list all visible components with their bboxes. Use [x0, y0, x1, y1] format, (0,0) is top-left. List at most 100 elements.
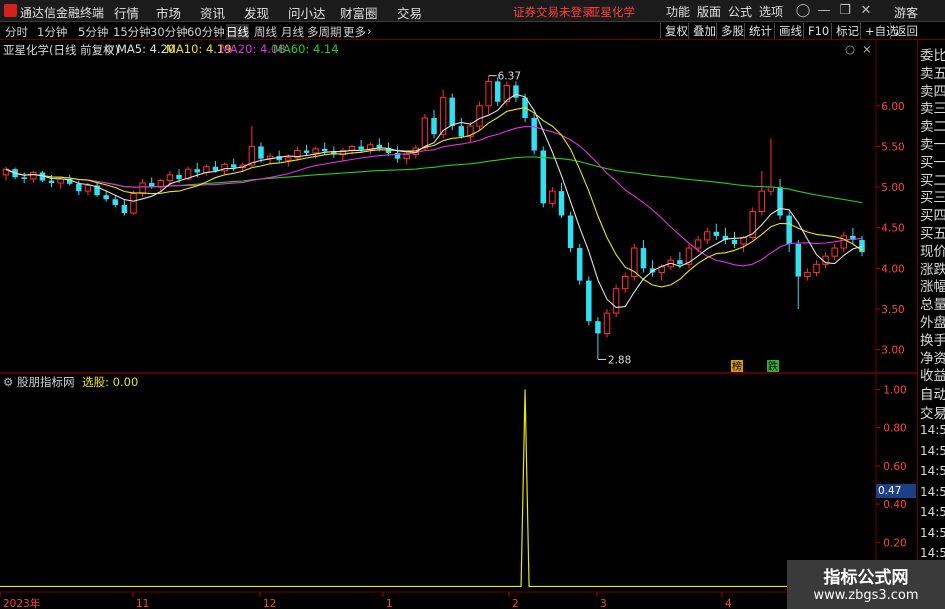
candle-body [285, 157, 292, 161]
guest-label[interactable]: 游客 [894, 4, 918, 21]
candle-body [586, 280, 592, 322]
time-tick-label: 2023年 [3, 597, 40, 609]
tick-time: 14:56 [920, 546, 945, 560]
candle-body [540, 150, 547, 204]
period-multi[interactable]: 多周期 [307, 24, 342, 40]
period-15min[interactable]: 15分钟 [113, 24, 151, 40]
kline-chart[interactable]: 6.005.505.004.504.003.503.006.372.88榜 跌20… [0, 40, 917, 609]
indicator-gear-icon[interactable]: ⚙ [3, 375, 13, 389]
candle-body [595, 321, 601, 334]
period-bar: 分时 1分钟 5分钟 15分钟 30分钟 60分钟 日线 周线 月线 多周期 更… [0, 22, 945, 40]
candle-body [176, 174, 182, 179]
current-stock-name: 亚星化学 [589, 5, 635, 19]
login-status[interactable]: 证券交易未登录 [513, 4, 594, 20]
candle-body [531, 117, 537, 151]
menu-wenxiaoda[interactable]: 问小达 [288, 3, 326, 22]
user-icon[interactable]: ◯ [794, 2, 812, 20]
period-daily[interactable]: 日线 [226, 24, 249, 40]
indicator-tick-label: 0.80 [883, 423, 906, 435]
candle-body [212, 166, 219, 171]
watermark-title: 指标公式网 [823, 568, 909, 588]
draw-line-button[interactable]: 画线 [774, 23, 806, 39]
candle-body [48, 180, 55, 184]
site-watermark: 指标公式网 www.zbgs3.com [787, 560, 945, 609]
period-30min[interactable]: 30分钟 [150, 24, 188, 40]
period-1min[interactable]: 1分钟 [37, 24, 67, 40]
menu-faxian[interactable]: 发现 [244, 3, 269, 22]
time-tick-label: 1 [386, 598, 393, 609]
indicator-name[interactable]: 股朋指标网 [17, 375, 75, 389]
candle-body [813, 263, 820, 273]
f10-button[interactable]: F10 [803, 23, 833, 39]
chart-info-line: 亚星化学(日线 前复权) ⚙ MA5: 4.20 MA10: 4.19 MA20… [0, 41, 880, 57]
candle-body [558, 191, 565, 216]
time-tick-label: 3 [600, 598, 607, 609]
price-tick-label: 5.50 [881, 141, 904, 153]
app-logo-icon [4, 4, 17, 17]
auto-trade-label[interactable]: 自动 [920, 383, 945, 403]
minimize-icon[interactable]: — [815, 2, 833, 20]
candle-body [76, 183, 82, 192]
candle-body [130, 193, 137, 214]
indicator-value: 选股: 0.00 [82, 375, 139, 389]
candle-body [258, 146, 264, 159]
tick-time: 14:55 [920, 464, 945, 478]
time-tick-label: 4 [725, 598, 732, 609]
menu-jiaoyi[interactable]: 交易 [397, 3, 422, 22]
restore-icon[interactable]: ❐ [836, 2, 854, 20]
app-title: 通达信金融终端 [20, 6, 105, 20]
chart-stock-label: 亚星化学(日线 前复权) [3, 43, 120, 57]
period-5min[interactable]: 5分钟 [78, 24, 108, 40]
close-icon[interactable]: ✕ [857, 2, 875, 20]
candle-body [103, 195, 109, 200]
title-bar: 通达信金融终端 行情 市场 资讯 发现 问小达 财富圈 交易 证券交易未登录 亚… [0, 0, 945, 22]
quote-field-label: 收益 [920, 368, 945, 385]
candle-body [194, 169, 200, 173]
high-price-label: 6.37 [498, 71, 521, 83]
menu-xuanxiang[interactable]: 选项 [759, 3, 783, 20]
candle-body [831, 247, 838, 257]
period-monthly[interactable]: 月线 [281, 24, 304, 40]
settings-gear-icon[interactable]: ⚙ [104, 42, 114, 56]
period-more[interactable]: 更多 [343, 24, 366, 40]
candle-body [495, 81, 501, 102]
mark-button[interactable]: 标记 [831, 23, 863, 39]
pin-icon[interactable]: ○ [845, 42, 855, 56]
period-60min[interactable]: 60分钟 [187, 24, 225, 40]
menu-caifuquan[interactable]: 财富圈 [340, 3, 378, 22]
candle-body [713, 231, 720, 236]
candle-body [758, 190, 766, 212]
candle-body [449, 97, 455, 127]
low-price-label: 2.88 [608, 354, 631, 366]
candle-body [740, 236, 747, 245]
statistics-button[interactable]: 统计 [744, 23, 776, 39]
candle-body [421, 117, 429, 149]
candle-body [303, 150, 310, 153]
candle-body [112, 199, 119, 205]
chart-close-icon[interactable]: × [862, 42, 872, 56]
candle-body [476, 105, 483, 127]
candle-body [576, 248, 583, 281]
menu-hangqing[interactable]: 行情 [114, 3, 139, 22]
back-button[interactable]: 返回 [890, 23, 922, 39]
period-fenshi[interactable]: 分时 [5, 24, 28, 40]
menu-shichang[interactable]: 市场 [156, 3, 181, 22]
period-weekly[interactable]: 周线 [254, 24, 277, 40]
chevron-right-icon[interactable]: › [367, 24, 372, 38]
tick-time: 14:55 [920, 423, 945, 437]
menu-banmian[interactable]: 版面 [697, 3, 721, 20]
auto-trade-label[interactable]: 交易 [920, 402, 945, 422]
candle-body [21, 177, 27, 179]
candle-body [703, 231, 711, 241]
candle-body [567, 215, 574, 249]
candle-body [458, 126, 465, 137]
candle-body [403, 154, 410, 160]
tick-time: 14:56 [920, 484, 945, 499]
candle-body [230, 164, 237, 168]
menu-gongneng[interactable]: 功能 [666, 3, 690, 20]
candle-body [612, 288, 620, 314]
menu-zixun[interactable]: 资讯 [200, 3, 225, 22]
menu-gongshi[interactable]: 公式 [728, 3, 752, 20]
candle-body [640, 248, 647, 269]
indicator-line [0, 389, 876, 588]
